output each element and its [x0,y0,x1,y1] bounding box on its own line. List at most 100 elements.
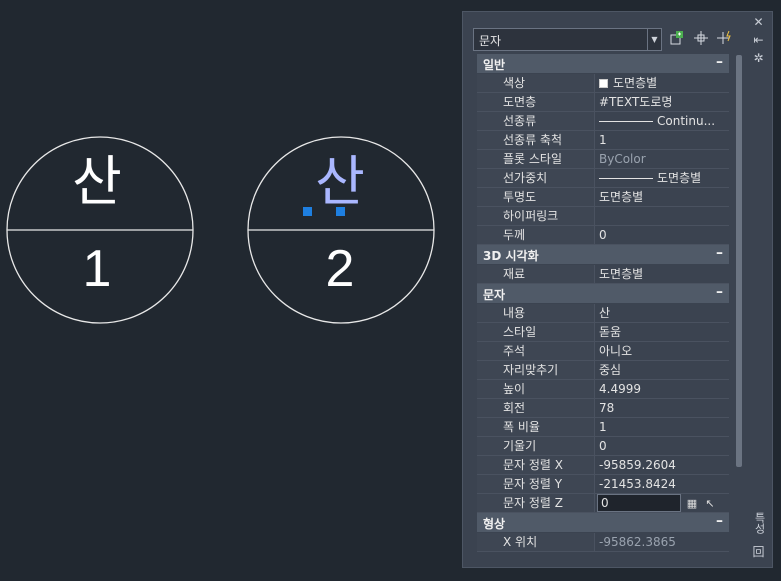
grip-alignment[interactable] [336,207,345,216]
property-label: 선종류 축척 [477,131,595,149]
property-row[interactable]: 재료 도면층별 [477,265,729,284]
property-row[interactable]: 색상 도면층별 [477,74,729,93]
collapse-icon[interactable]: – [716,513,723,529]
property-row[interactable]: 투명도 도면층별 [477,188,729,207]
property-value[interactable]: 0 [595,437,729,455]
section-general[interactable]: 일반 – [477,54,729,74]
properties-palette: 문자 ▼ 일반 – 색상 도면층별 도면층 #TEXT도로명 선종류 Conti… [462,11,773,568]
property-row[interactable]: 선가중치 도면층별 [477,169,729,188]
property-row[interactable]: 스타일 돋움 [477,323,729,342]
property-label: 문자 정렬 Z [477,494,595,512]
circle-1-bottom-text[interactable]: 1 [47,243,147,295]
property-row[interactable]: 선종류 축척 1 [477,131,729,150]
property-row[interactable]: 주석 아니오 [477,342,729,361]
property-row[interactable]: 내용 산 [477,304,729,323]
select-objects-icon[interactable] [692,30,710,48]
property-label: 투명도 [477,188,595,206]
property-row[interactable]: 자리맞추기 중심 [477,361,729,380]
scrollbar-thumb[interactable] [736,55,742,467]
quick-select-icon[interactable] [716,30,734,48]
property-label: X 위치 [477,533,595,551]
calculator-icon[interactable]: ▦ [685,495,699,510]
property-row[interactable]: 기울기 0 [477,437,729,456]
property-value[interactable]: 0 [595,226,729,244]
property-value[interactable]: -21453.8424 [595,475,729,493]
palette-bottom-icon[interactable]: 回 [751,545,766,559]
property-row[interactable]: 폭 비율 1 [477,418,729,437]
property-value-wrap[interactable]: Continu... [595,112,729,130]
section-title: 문자 [483,288,506,302]
property-row-active[interactable]: 문자 정렬 Z 0 ▦ ↖ [477,494,729,513]
property-label: 색상 [477,74,595,92]
property-value[interactable]: -95859.2604 [595,456,729,474]
section-text[interactable]: 문자 – [477,284,729,304]
property-value[interactable]: 도면층별 [595,265,729,283]
property-value[interactable]: 도면층별 [595,188,729,206]
section-title: 3D 시각화 [483,249,539,263]
property-label: 하이퍼링크 [477,207,595,225]
property-scrollbar[interactable] [735,54,743,562]
property-value[interactable]: 돋움 [595,323,729,341]
circle-1-top-text[interactable]: 산 [47,155,147,209]
close-icon[interactable]: ✕ [751,15,766,29]
property-value[interactable]: 1 [595,418,729,436]
property-row[interactable]: 플롯 스타일 ByColor [477,150,729,169]
section-geometry[interactable]: 형상 – [477,513,729,533]
property-value[interactable]: 중심 [595,361,729,379]
property-row[interactable]: 높이 4.4999 [477,380,729,399]
property-value[interactable]: 78 [595,399,729,417]
property-value[interactable]: 1 [595,131,729,149]
linetype-preview [599,121,653,122]
property-label: 폭 비율 [477,418,595,436]
property-label: 문자 정렬 X [477,456,595,474]
property-label: 스타일 [477,323,595,341]
property-row[interactable]: 문자 정렬 X -95859.2604 [477,456,729,475]
property-label: 회전 [477,399,595,417]
circle-2-bottom-text[interactable]: 2 [290,243,390,295]
section-3d-visualization[interactable]: 3D 시각화 – [477,245,729,265]
pick-point-icon[interactable]: ↖ [703,495,717,510]
property-label: 자리맞추기 [477,361,595,379]
toggle-pickadd-icon[interactable] [668,30,686,48]
property-value: Continu... [657,114,716,128]
property-value[interactable]: 아니오 [595,342,729,360]
property-value-wrap: 0 ▦ ↖ [595,494,729,512]
properties-menu-icon[interactable]: ✲ [751,51,766,65]
property-label: 플롯 스타일 [477,150,595,168]
property-value[interactable]: 4.4999 [595,380,729,398]
property-value-wrap[interactable]: 도면층별 [595,74,729,92]
autohide-icon[interactable]: ⇤ [751,33,766,47]
property-label: 문자 정렬 Y [477,475,595,493]
grip-insertion[interactable] [303,207,312,216]
property-value[interactable]: -95862.3865 [595,533,729,551]
collapse-icon[interactable]: – [716,54,723,70]
palette-title: 특성 [753,512,766,534]
property-row[interactable]: 회전 78 [477,399,729,418]
property-label: 선가중치 [477,169,595,187]
property-label: 재료 [477,265,595,283]
collapse-icon[interactable]: – [716,245,723,261]
property-value[interactable] [595,207,729,225]
property-row[interactable]: 도면층 #TEXT도로명 [477,93,729,112]
property-label: 선종류 [477,112,595,130]
property-label: 주석 [477,342,595,360]
chevron-down-icon[interactable]: ▼ [647,29,661,50]
text-align-z-input[interactable]: 0 [597,494,681,512]
property-value[interactable]: #TEXT도로명 [595,93,729,111]
property-grid: 일반 – 색상 도면층별 도면층 #TEXT도로명 선종류 Continu...… [477,54,729,562]
collapse-icon[interactable]: – [716,284,723,300]
property-row[interactable]: 두께 0 [477,226,729,245]
property-value: 도면층별 [613,76,658,90]
circle-2-top-text-selected[interactable]: 산 [290,155,390,209]
property-row[interactable]: 문자 정렬 Y -21453.8424 [477,475,729,494]
section-title: 일반 [483,58,506,72]
selection-combo[interactable]: 문자 ▼ [473,28,662,51]
palette-titlebar[interactable]: ✕ ⇤ ✲ 특성 回 [745,12,772,567]
property-row[interactable]: 선종류 Continu... [477,112,729,131]
property-row[interactable]: X 위치 -95862.3865 [477,533,729,552]
property-value-wrap[interactable]: 도면층별 [595,169,729,187]
property-row[interactable]: 하이퍼링크 [477,207,729,226]
property-label: 기울기 [477,437,595,455]
property-value[interactable]: 산 [595,304,729,322]
property-value: ByColor [599,152,646,166]
